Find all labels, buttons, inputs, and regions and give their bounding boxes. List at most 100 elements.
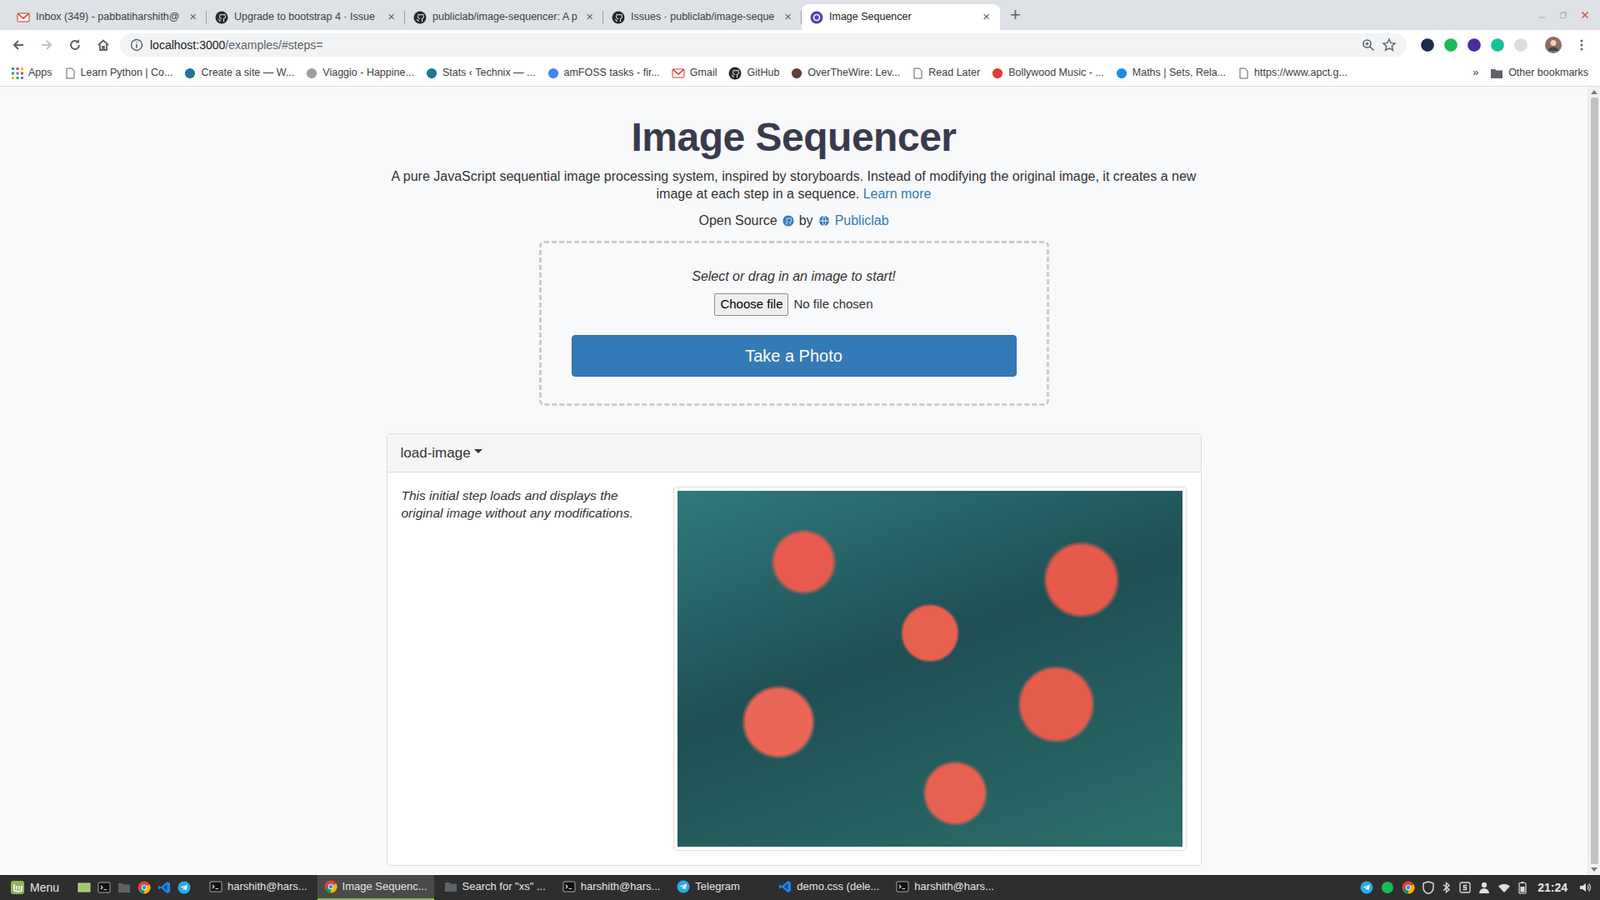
bookmark[interactable]: Viaggio - Happine... (300, 62, 420, 84)
clock[interactable]: 21:24 (1534, 879, 1571, 897)
forward-arrow-icon[interactable] (35, 33, 59, 57)
battery-icon[interactable] (1518, 880, 1527, 895)
bookmark-favicon-icon (1115, 67, 1128, 80)
bookmark[interactable]: Stats ‹ Technix — ... (420, 62, 541, 84)
extension-icon[interactable] (1513, 37, 1529, 53)
scroll-up-icon[interactable] (1590, 90, 1598, 95)
window-app-icon (562, 880, 576, 894)
taskbar-window[interactable]: Telegram (670, 875, 769, 900)
minimize-icon[interactable] (1536, 10, 1547, 20)
tab-close-button[interactable]: × (187, 7, 199, 27)
bookmark[interactable]: Create a site — W... (179, 62, 300, 84)
chrome-tray-icon[interactable] (1401, 880, 1415, 895)
step-image (673, 486, 1187, 851)
taskbar-window[interactable]: harshith@hars... (202, 875, 315, 900)
close-icon[interactable] (1580, 10, 1590, 20)
bookmark[interactable]: OverTheWire: Lev... (785, 62, 905, 84)
tab-close-button[interactable]: × (980, 7, 992, 27)
publiclab-link[interactable]: Publiclab (835, 210, 890, 231)
scrollbar-thumb[interactable] (1590, 97, 1599, 865)
tab-favicon-icon (16, 10, 30, 25)
bookmark-label: Apps (28, 65, 53, 81)
window-label: demo.css (dele... (796, 878, 880, 895)
globe-icon[interactable] (818, 215, 830, 227)
menu-icon[interactable] (1570, 33, 1594, 57)
page-description: A pure JavaScript sequential image proce… (377, 167, 1211, 203)
bluetooth-icon[interactable] (1441, 880, 1452, 895)
terminal-icon[interactable] (97, 880, 111, 895)
browser-tab[interactable]: publiclab/image-sequencer: A p× (405, 4, 604, 30)
mint-logo-icon (10, 880, 25, 895)
step-description: This initial step loads and displays the… (401, 486, 645, 522)
files-icon[interactable] (117, 881, 131, 894)
wifi-icon[interactable] (1497, 881, 1511, 894)
tab-close-button[interactable]: × (782, 7, 794, 27)
bookmark[interactable]: amFOSS tasks - fir... (542, 62, 665, 84)
image-dropzone[interactable]: Select or drag in an image to start!Choo… (539, 240, 1050, 406)
taskbar-window[interactable]: demo.css (dele... (771, 875, 886, 900)
extension-icon[interactable] (1420, 37, 1435, 53)
bookmark[interactable]: Bollywood Music - ... (986, 62, 1110, 84)
choose-file-button[interactable]: Choose file (714, 293, 789, 316)
zoom-icon[interactable] (1361, 38, 1375, 52)
browser-tab[interactable]: Upgrade to bootstrap 4 · Issue× (206, 4, 405, 30)
volume-icon[interactable] (1578, 880, 1592, 895)
browser-tab[interactable]: Issues · publiclab/image-seque× (603, 4, 802, 30)
bookmark[interactable]: Read Later (906, 62, 985, 84)
skype-icon[interactable] (1459, 881, 1471, 894)
user-icon[interactable] (1478, 880, 1490, 895)
maximize-icon[interactable] (1558, 10, 1569, 20)
extension-icon[interactable] (1443, 37, 1459, 53)
other-bookmarks[interactable]: Other bookmarks (1485, 62, 1594, 84)
profile-avatar-icon[interactable] (1541, 33, 1565, 57)
bookmark[interactable]: Apps (6, 62, 58, 84)
bookmark-favicon-icon (790, 67, 803, 80)
taskbar-window[interactable]: harshith@hars... (889, 875, 1001, 900)
bookmark[interactable]: Gmail (666, 62, 723, 84)
browser-tab[interactable]: Image Sequencer× (801, 4, 1000, 30)
tab-close-button[interactable]: × (385, 7, 397, 27)
browser-toolbar: localhost:3000/examples/#steps= (0, 30, 1600, 60)
tab-close-button[interactable]: × (584, 7, 595, 27)
bookmark[interactable]: Maths | Sets, Rela... (1110, 62, 1231, 84)
taskbar-window[interactable]: Search for "xs" ... (437, 875, 553, 900)
extension-icon[interactable] (1490, 37, 1505, 53)
telegram-tray-icon[interactable] (1360, 880, 1374, 895)
by-text: by (799, 210, 814, 231)
start-menu-button[interactable]: Menu (3, 879, 66, 897)
file-input[interactable]: Choose fileNo file chosen (571, 293, 1017, 316)
telegram-icon[interactable] (177, 880, 191, 895)
window-label: Image Sequenc... (342, 878, 428, 895)
step-panel: load-image This initial step loads and di… (386, 433, 1202, 867)
bookmark[interactable]: GitHub (723, 62, 785, 84)
bookmark-label: Read Later (928, 65, 980, 81)
taskbar-window[interactable]: Image Sequenc... (317, 875, 435, 900)
take-photo-button[interactable]: Take a Photo (571, 335, 1017, 377)
new-tab-button[interactable]: + (1000, 0, 1031, 30)
back-arrow-icon[interactable] (6, 33, 30, 57)
show-desktop-icon[interactable] (77, 880, 91, 895)
learn-more-link[interactable]: Learn more (863, 186, 932, 201)
reload-icon[interactable] (63, 33, 87, 57)
extension-icon[interactable] (1466, 37, 1482, 53)
home-icon[interactable] (91, 33, 115, 57)
scrollbar[interactable] (1587, 86, 1600, 875)
spotify-tray-icon[interactable] (1380, 880, 1395, 895)
chrome-icon[interactable] (137, 880, 151, 895)
address-bar[interactable]: localhost:3000/examples/#steps= (120, 33, 1407, 57)
shield-icon[interactable] (1422, 880, 1435, 895)
scroll-down-icon[interactable] (1590, 867, 1598, 872)
browser-tab[interactable]: Inbox (349) - pabbatiharshith@× (8, 4, 207, 30)
info-icon[interactable] (130, 38, 144, 52)
bookmark-favicon-icon (911, 67, 924, 80)
vscode-icon[interactable] (157, 880, 171, 895)
bookmark[interactable]: https://www.apct.g... (1232, 62, 1353, 84)
file-status: No file chosen (793, 295, 873, 315)
taskbar-window[interactable]: harshith@hars... (555, 875, 668, 900)
github-icon[interactable] (782, 215, 795, 227)
more-bookmarks-button[interactable]: » (1467, 62, 1484, 84)
bookmark[interactable]: Learn Python | Co... (59, 62, 179, 84)
step-name[interactable]: load-image (400, 442, 483, 465)
bookmark-star-icon[interactable] (1381, 37, 1397, 53)
window-label: harshith@hars... (580, 878, 661, 895)
